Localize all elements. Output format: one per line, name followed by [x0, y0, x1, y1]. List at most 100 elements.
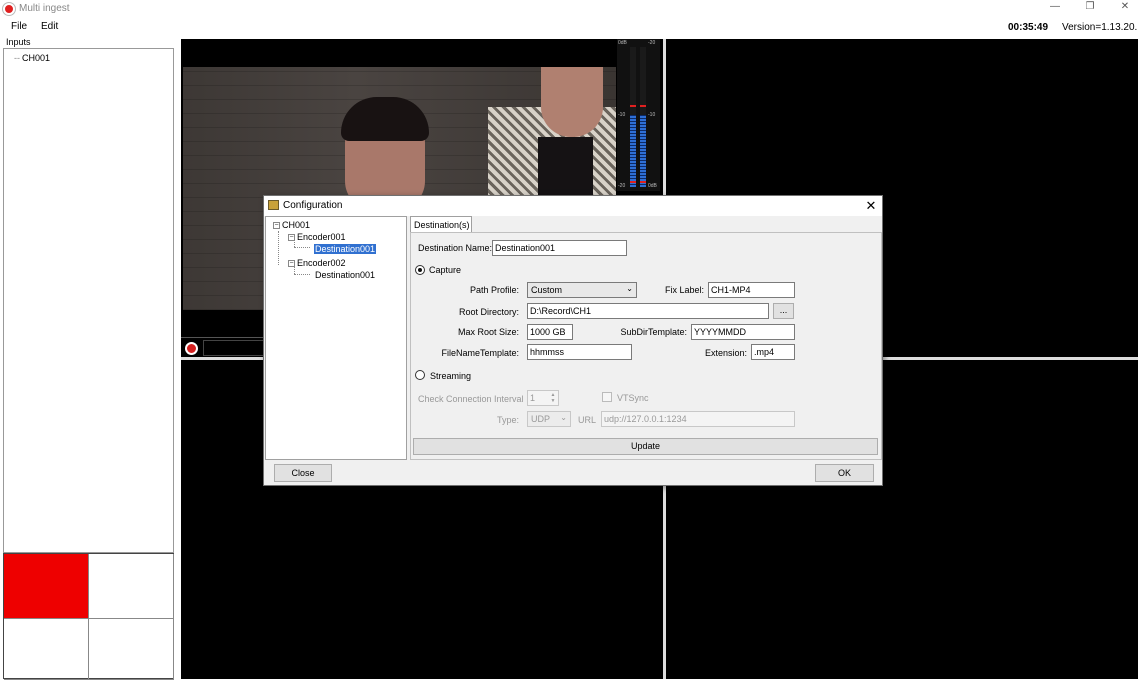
configuration-dialog: Configuration ✕ − CH001 − Encoder001 Desti… — [263, 195, 883, 486]
type-select[interactable]: UDP ⌄ — [527, 411, 571, 427]
vu-bar-right — [640, 47, 646, 187]
type-label: Type: — [496, 415, 519, 425]
person-hair — [341, 97, 429, 141]
record-indicator-icon[interactable] — [185, 342, 198, 355]
tree-connector — [294, 247, 310, 248]
inputs-label: Inputs — [6, 37, 31, 47]
vu-label: -10 — [618, 112, 626, 118]
root-directory-field[interactable]: D:\Record\CH1 — [527, 303, 769, 319]
tree-node-ch001[interactable]: − CH001 — [273, 220, 310, 230]
configuration-tree: − CH001 − Encoder001 Destination001 − Encod… — [265, 216, 407, 460]
minimize-button[interactable]: — — [1038, 0, 1072, 16]
audio-vu-meter: 0dB -20 -10 -10 -20 0dB — [617, 39, 660, 191]
subdir-template-label: SubDirTemplate: — [620, 327, 687, 337]
tree-node-label: CH001 — [282, 220, 311, 230]
clock: 00:35:49 — [1008, 22, 1049, 33]
version-label: Version=1.13.20.11 — [1062, 22, 1138, 33]
fix-label-label: Fix Label: — [664, 285, 704, 295]
tree-node-encoder001[interactable]: − Encoder001 — [288, 232, 346, 242]
vu-peak-right — [640, 181, 646, 183]
dialog-title-bar: Configuration ✕ — [264, 196, 882, 216]
vu-bar-left — [630, 47, 636, 187]
update-button[interactable]: Update — [413, 438, 878, 455]
input-item-label: CH001 — [22, 53, 51, 63]
tree-node-encoder002-destination001[interactable]: Destination001 — [315, 270, 375, 280]
collapse-icon[interactable]: − — [288, 260, 295, 268]
grid-cell-3[interactable] — [4, 619, 89, 680]
check-interval-value: 1 — [530, 393, 536, 403]
type-value: UDP — [531, 414, 551, 424]
vu-label: -20 — [618, 183, 626, 189]
close-window-button[interactable]: ✕ — [1108, 0, 1138, 16]
check-interval-label: Check Connection Interval — [418, 394, 524, 404]
capture-radio[interactable] — [415, 265, 425, 275]
extension-field[interactable]: .mp4 — [751, 344, 795, 360]
ok-button[interactable]: OK — [815, 464, 874, 482]
vu-level-left — [630, 115, 636, 187]
menu-edit[interactable]: Edit — [41, 21, 58, 32]
capture-label: Capture — [429, 265, 462, 275]
tree-node-label: Destination001 — [315, 270, 376, 280]
max-root-size-field[interactable]: 1000 GB — [527, 324, 573, 340]
tree-connector — [278, 231, 279, 265]
path-profile-select[interactable]: Custom ⌄ — [527, 282, 637, 298]
dialog-title: Configuration — [283, 200, 343, 211]
streaming-label: Streaming — [430, 371, 472, 381]
tree-node-label: Destination001 — [314, 244, 377, 254]
app-record-icon — [3, 3, 15, 15]
input-item-ch001[interactable]: -- CH001 — [14, 53, 50, 63]
vu-label: -20 — [648, 40, 656, 46]
browse-button[interactable]: ... — [773, 303, 794, 319]
chevron-down-icon: ⌄ — [626, 284, 633, 293]
path-profile-value: Custom — [531, 285, 563, 295]
max-root-size-label: Max Root Size: — [457, 327, 519, 337]
vu-peak-right — [640, 105, 646, 107]
collapse-icon[interactable]: − — [288, 234, 295, 242]
configuration-icon — [268, 200, 279, 210]
subdir-template-field[interactable]: YYYYMMDD — [691, 324, 795, 340]
spinner-arrows-icon[interactable]: ▲ ▼ — [549, 392, 557, 404]
menu-file[interactable]: File — [11, 21, 27, 32]
extension-label: Extension: — [704, 348, 747, 358]
tree-node-encoder001-destination001[interactable]: Destination001 — [314, 244, 377, 254]
grid-cell-2[interactable] — [89, 554, 174, 619]
destination-name-field[interactable]: Destination001 — [492, 240, 627, 256]
tree-node-encoder002[interactable]: − Encoder002 — [288, 258, 346, 268]
vtsync-label: VTSync — [617, 393, 649, 403]
filename-template-label: FileNameTemplate: — [441, 348, 519, 358]
check-interval-stepper[interactable]: 1 ▲ ▼ — [527, 390, 559, 406]
fix-label-field[interactable]: CH1-MP4 — [708, 282, 795, 298]
app-title: Multi ingest — [19, 3, 70, 14]
chevron-down-icon: ⌄ — [560, 413, 567, 422]
streaming-radio[interactable] — [415, 370, 425, 380]
tree-node-label: Encoder002 — [297, 258, 346, 268]
filename-template-field[interactable]: hhmmss — [527, 344, 632, 360]
inputs-tree: -- CH001 — [3, 48, 174, 553]
path-profile-label: Path Profile: — [469, 285, 519, 295]
restore-button[interactable]: ❐ — [1073, 0, 1107, 16]
tab-destinations[interactable]: Destination(s) — [410, 216, 472, 232]
dialog-close-icon[interactable]: ✕ — [862, 197, 880, 214]
vu-level-right — [640, 115, 646, 187]
collapse-icon[interactable]: − — [273, 222, 280, 230]
title-bar: Multi ingest — ❐ ✕ — [0, 0, 1138, 18]
layout-grid — [3, 553, 174, 680]
grid-cell-1[interactable] — [4, 554, 89, 619]
url-label: URL — [578, 415, 597, 425]
root-directory-label: Root Directory: — [458, 307, 519, 317]
vu-label: 0dB — [648, 183, 657, 189]
destination-name-label: Destination Name: — [418, 243, 493, 253]
tree-connector: -- — [14, 53, 20, 63]
close-button[interactable]: Close — [274, 464, 332, 482]
vtsync-checkbox[interactable] — [602, 392, 612, 402]
vu-label: -10 — [648, 112, 656, 118]
tree-node-label: Encoder001 — [297, 232, 346, 242]
tree-connector — [294, 274, 310, 275]
vu-peak-left — [630, 105, 636, 107]
person-face-2 — [541, 67, 603, 137]
grid-cell-4[interactable] — [89, 619, 174, 680]
vu-label: 0dB — [618, 40, 627, 46]
url-field[interactable]: udp://127.0.0.1:1234 — [601, 411, 795, 427]
vu-peak-left — [630, 181, 636, 183]
menu-bar: File Edit — [0, 18, 1138, 36]
